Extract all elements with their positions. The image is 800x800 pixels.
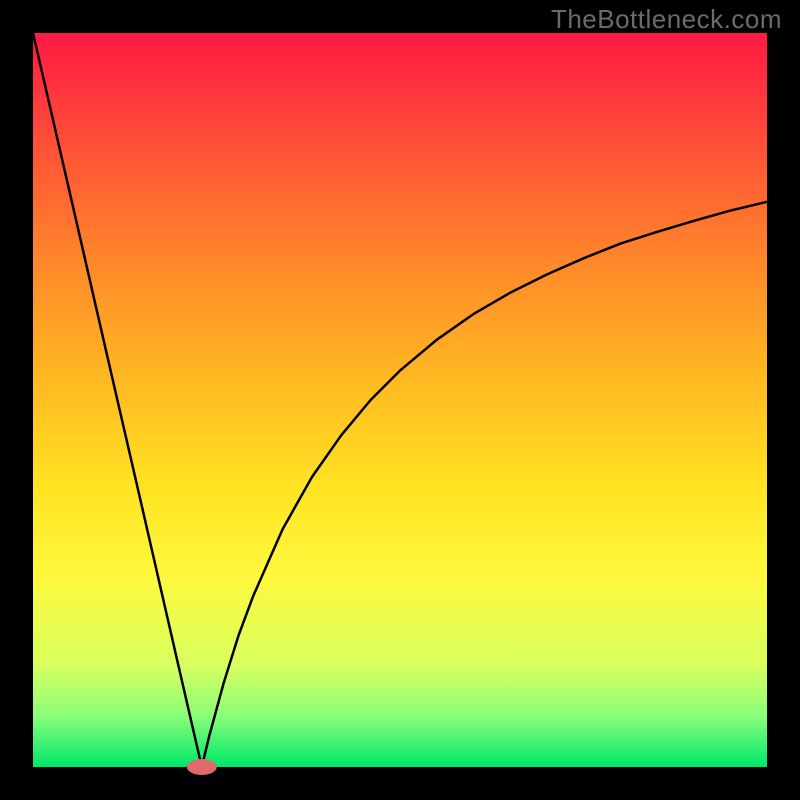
chart-container: TheBottleneck.com: [0, 0, 800, 800]
bottleneck-chart: [0, 0, 800, 800]
plot-background: [33, 33, 767, 767]
optimal-marker: [187, 759, 217, 775]
watermark-text: TheBottleneck.com: [551, 4, 782, 35]
